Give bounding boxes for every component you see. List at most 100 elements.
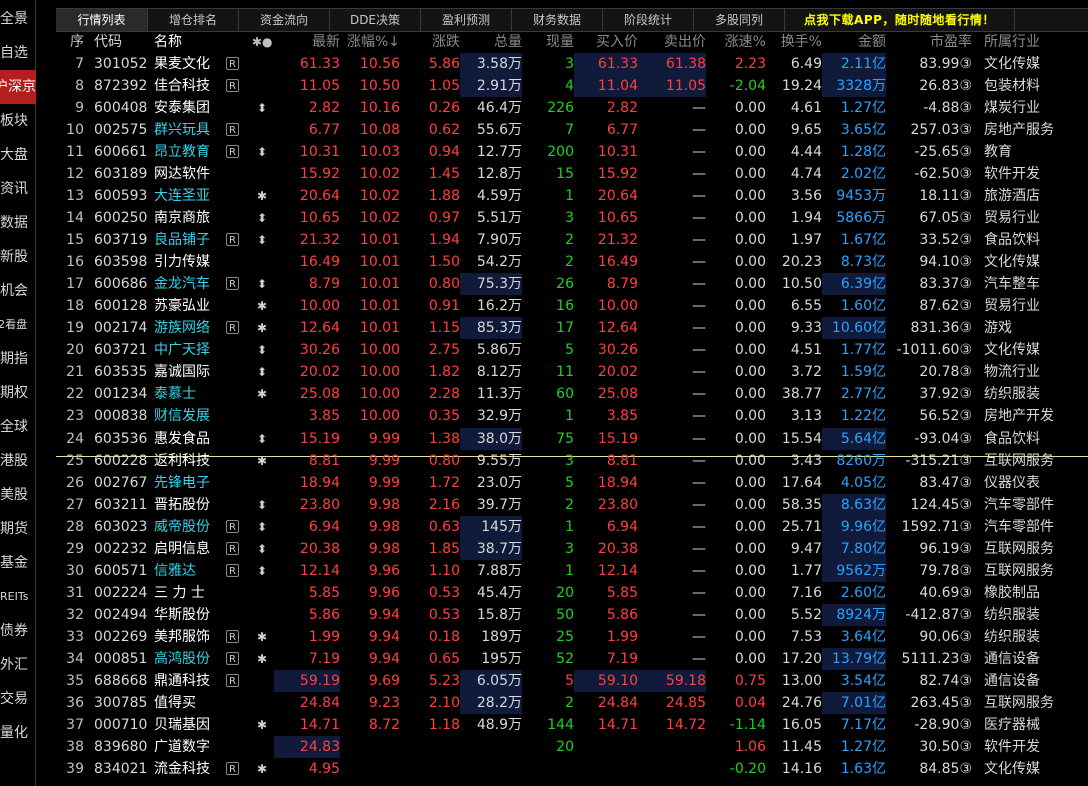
sidebar-item-1[interactable]: 自选 — [0, 36, 36, 70]
header-seq[interactable]: 序 — [56, 32, 84, 54]
tab-3[interactable]: DDE决策 — [330, 9, 421, 31]
sidebar-item-21[interactable]: 量化 — [0, 716, 36, 750]
cell-sell: — — [692, 497, 706, 513]
cell-ind: 通信设备 — [984, 651, 1040, 667]
table-row[interactable]: 24 603536 惠发食品 ⬍ 15.19 9.99 1.38 38.0万 75 15.19 — 0… — [56, 428, 1088, 450]
cell-turn: 13.00 — [781, 673, 822, 689]
table-row[interactable]: 28 603023 威帝股份 ⬍ 6.94 9.98 0.63 145万 1 6.94 — 0.00 2… — [56, 516, 1088, 538]
cell-ind: 文化传媒 — [984, 761, 1040, 777]
sidebar-item-3[interactable]: 板块 — [0, 104, 36, 138]
sidebar-item-17[interactable]: REITs — [0, 580, 36, 614]
header-now[interactable]: 现量 — [522, 32, 574, 54]
sidebar-item-19[interactable]: 外汇 — [0, 648, 36, 682]
table-row[interactable]: 32 002494 华斯股份 5.86 9.94 0.53 15.8万 50 5.86 — 0.00… — [56, 604, 1088, 626]
header-amt[interactable]: 金额 — [822, 32, 886, 54]
table-row[interactable]: 26 002767 先锋电子 18.94 9.99 1.72 23.0万 5 18.94 — 0.0… — [56, 472, 1088, 494]
table-row[interactable]: 35 688668 鼎通科技 59.19 9.69 5.23 6.05万 5 59.10 59.1… — [56, 670, 1088, 692]
cell-seq: 36 — [66, 695, 84, 711]
tab-1[interactable]: 增仓排名 — [148, 9, 239, 31]
sidebar-item-2[interactable]: 沪深京 — [0, 70, 36, 104]
sidebar-item-15[interactable]: 期货 — [0, 512, 36, 546]
sidebar-item-6[interactable]: 数据 — [0, 206, 36, 240]
sidebar-item-4[interactable]: 大盘 — [0, 138, 36, 172]
sidebar-item-10[interactable]: 期指 — [0, 342, 36, 376]
cell-name: 鼎通科技 — [154, 673, 210, 689]
sidebar-item-11[interactable]: 期权 — [0, 376, 36, 410]
header-turn[interactable]: 换手% — [766, 32, 822, 54]
tab-0[interactable]: 行情列表 — [56, 9, 148, 31]
sidebar-item-20[interactable]: 交易 — [0, 682, 36, 716]
table-row[interactable]: 13 600593 大连圣亚 ✱ 20.64 10.02 1.88 4.59万 1 20.64 — 0… — [56, 185, 1088, 207]
margin-badge: R — [226, 516, 240, 538]
header-pe[interactable]: 市盈率 — [886, 32, 972, 54]
header-pct[interactable]: 涨幅%↓ — [340, 32, 400, 54]
header-buy[interactable]: 买入价 — [574, 32, 638, 54]
header-industry[interactable]: 所属行业 — [984, 32, 1088, 54]
cell-spd: 0.00 — [734, 541, 766, 557]
table-row[interactable]: 17 600686 金龙汽车 ⬍ 8.79 10.01 0.80 75.3万 26 8.79 — 0.… — [56, 273, 1088, 295]
sidebar-item-7[interactable]: 新股 — [0, 240, 36, 274]
header-code[interactable]: 代码 — [94, 32, 154, 54]
table-row[interactable]: 36 300785 值得买 24.84 9.23 2.10 28.2万 2 24.84 24.85… — [56, 692, 1088, 714]
cell-now: 75 — [556, 431, 574, 447]
cell-buy: 10.65 — [597, 210, 638, 226]
table-row[interactable]: 29 002232 启明信息 ⬍ 20.38 9.98 1.85 38.7万 3 20.38 — 0.… — [56, 538, 1088, 560]
header-sell[interactable]: 卖出价 — [638, 32, 706, 54]
cell-name: 网达软件 — [154, 166, 210, 182]
header-vol[interactable]: 总量 — [460, 32, 522, 54]
cell-pe: 82.74③ — [919, 673, 972, 689]
table-row[interactable]: 10 002575 群兴玩具 6.77 10.08 0.62 55.6万 7 6.77 — 0.00… — [56, 119, 1088, 141]
table-row[interactable]: 30 600571 信雅达 ⬍ 12.14 9.96 1.10 7.88万 1 12.14 — 0.0… — [56, 560, 1088, 582]
table-row[interactable]: 8 872392 佳合科技 11.05 10.50 1.05 2.91万 4 11.04 11.0… — [56, 75, 1088, 97]
sidebar-item-0[interactable]: 全景 — [0, 2, 36, 36]
table-row[interactable]: 37 000710 贝瑞基因 ✱ 14.71 8.72 1.18 48.9万 144 14.71 1… — [56, 714, 1088, 736]
sidebar-item-9[interactable]: L2看盘 — [0, 308, 36, 342]
header-price[interactable]: 最新 — [274, 32, 340, 54]
cell-sell: — — [692, 629, 706, 645]
table-row[interactable]: 12 603189 网达软件 15.92 10.02 1.45 12.8万 15 15.92 — 0… — [56, 163, 1088, 185]
sidebar-item-14[interactable]: 美股 — [0, 478, 36, 512]
cell-now: 16 — [556, 298, 574, 314]
sidebar-item-12[interactable]: 全球 — [0, 410, 36, 444]
header-spd[interactable]: 涨速% — [706, 32, 766, 54]
cell-now: 5 — [565, 673, 574, 689]
cell-chg: 0.97 — [428, 210, 460, 226]
table-row[interactable]: 15 603719 良品铺子 ⬍ 21.32 10.01 1.94 7.90万 2 21.32 — 0… — [56, 229, 1088, 251]
table-row[interactable]: 27 603211 晋拓股份 ⬍ 23.80 9.98 2.16 39.7万 2 23.80 — 0.… — [56, 494, 1088, 516]
cell-now: 3 — [565, 541, 574, 557]
header-flag[interactable]: ✱● — [252, 32, 272, 54]
sidebar-item-8[interactable]: 机会 — [0, 274, 36, 308]
table-row[interactable]: 16 603598 引力传媒 16.49 10.01 1.50 54.2万 2 16.49 — 0.… — [56, 251, 1088, 273]
sidebar-item-5[interactable]: 资讯 — [0, 172, 36, 206]
table-row[interactable]: 31 002224 三 力 士 5.85 9.96 0.53 45.4万 20 5.85 — 0.0… — [56, 582, 1088, 604]
table-row[interactable]: 20 603721 中广天择 ⬍ 30.26 10.00 2.75 5.86万 5 30.26 — 0… — [56, 339, 1088, 361]
header-name[interactable]: 名称 — [154, 32, 252, 54]
header-chg[interactable]: 涨跌 — [400, 32, 460, 54]
cell-name: 大连圣亚 — [154, 188, 210, 204]
tab-2[interactable]: 资金流向 — [239, 9, 330, 31]
cell-now: 3 — [565, 56, 574, 72]
table-row[interactable]: 9 600408 安泰集团 ⬍ 2.82 10.16 0.26 46.4万 226 2.82 — 0.… — [56, 97, 1088, 119]
table-row[interactable]: 22 001234 泰慕士 ✱ 25.08 10.00 2.28 11.3万 60 25.08 — 0… — [56, 383, 1088, 405]
table-row[interactable]: 11 600661 昂立教育 ⬍ 10.31 10.03 0.94 12.7万 200 10.31… — [56, 141, 1088, 163]
tab-5[interactable]: 财务数据 — [512, 9, 603, 31]
sidebar-item-13[interactable]: 港股 — [0, 444, 36, 478]
table-row[interactable]: 18 600128 苏豪弘业 ✱ 10.00 10.01 0.91 16.2万 16 10.00 —… — [56, 295, 1088, 317]
tab-6[interactable]: 阶段统计 — [603, 9, 694, 31]
tab-7[interactable]: 多股同列 — [694, 9, 785, 31]
table-row[interactable]: 38 839680 广道数字 24.83 20 1.06 11.45 1.27亿 30.50③ 软… — [56, 736, 1088, 758]
table-row[interactable]: 14 600250 南京商旅 ⬍ 10.65 10.02 0.97 5.51万 3 10.65 — 0… — [56, 207, 1088, 229]
table-row[interactable]: 39 834021 流金科技 ✱ 4.95 -0.20 14.16 1.63亿 84.85③ 文化… — [56, 758, 1088, 780]
table-row[interactable]: 25 600228 返利科技 ✱ 8.81 9.99 0.80 9.55万 3 8.81 — 0.00… — [56, 450, 1088, 472]
tab-4[interactable]: 盈利预测 — [421, 9, 512, 31]
table-row[interactable]: 33 002269 美邦服饰 ✱ 1.99 9.94 0.18 189万 25 1.99 — 0.00… — [56, 626, 1088, 648]
table-row[interactable]: 34 000851 高鸿股份 ✱ 7.19 9.94 0.65 195万 52 7.19 — 0.00… — [56, 648, 1088, 670]
table-row[interactable]: 7 301052 果麦文化 61.33 10.56 5.86 3.58万 3 61.33 61.3… — [56, 53, 1088, 75]
table-row[interactable]: 23 000838 财信发展 3.85 10.00 0.35 32.9万 1 3.85 — 0.00… — [56, 405, 1088, 427]
cell-name: 良品铺子 — [154, 232, 210, 248]
table-row[interactable]: 19 002174 游族网络 ✱ 12.64 10.01 1.15 85.3万 17 12.64 —… — [56, 317, 1088, 339]
table-row[interactable]: 21 603535 嘉诚国际 ⬍ 20.02 10.00 1.82 8.12万 11 20.02 —… — [56, 361, 1088, 383]
download-app-link[interactable]: 点我下载APP，随时随地看行情！ — [785, 9, 1015, 31]
sidebar-item-16[interactable]: 基金 — [0, 546, 36, 580]
sidebar-item-18[interactable]: 债券 — [0, 614, 36, 648]
